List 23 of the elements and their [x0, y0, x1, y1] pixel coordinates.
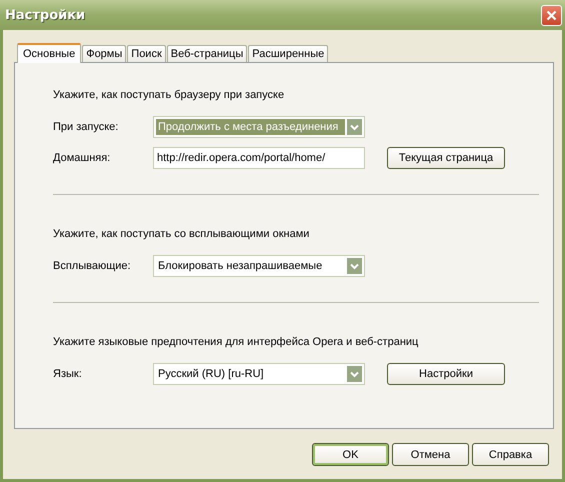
field-label: Всплывающие: — [53, 260, 132, 272]
close-icon — [546, 10, 557, 20]
dialog-button[interactable]: OK — [312, 443, 389, 466]
input-field[interactable]: http://redir.opera.com/portal/home/ — [153, 147, 365, 169]
window-title: Настройки — [5, 8, 86, 22]
tab[interactable]: Веб-страницы — [166, 45, 248, 62]
dialog-button[interactable]: Справка — [472, 443, 549, 466]
tab[interactable]: Поиск — [127, 45, 166, 62]
field-label: При запуске: — [53, 121, 120, 133]
tab[interactable]: Формы — [82, 45, 126, 62]
field-label: Язык: — [53, 368, 83, 380]
push-button[interactable]: Настройки — [387, 363, 505, 385]
field-label: Домашняя: — [53, 152, 112, 164]
section-heading: Укажите, как поступать браузеру при запуске — [53, 89, 286, 101]
section-heading: Укажите языковые предпочтения для интерфейса Opera и веб-страниц — [53, 336, 420, 348]
section-heading: Укажите, как поступать со всплывающими окнами — [53, 228, 310, 240]
dropdown[interactable]: Блокировать незапрашиваемые — [153, 255, 365, 277]
tab[interactable]: Основные — [17, 43, 82, 63]
dialog-button[interactable]: Отмена — [392, 443, 469, 466]
dropdown[interactable]: Русский (RU) [ru-RU] — [153, 363, 365, 385]
tab[interactable]: Расширенные — [248, 45, 328, 62]
close-button[interactable] — [541, 4, 562, 26]
push-button[interactable]: Текущая страница — [387, 147, 505, 169]
